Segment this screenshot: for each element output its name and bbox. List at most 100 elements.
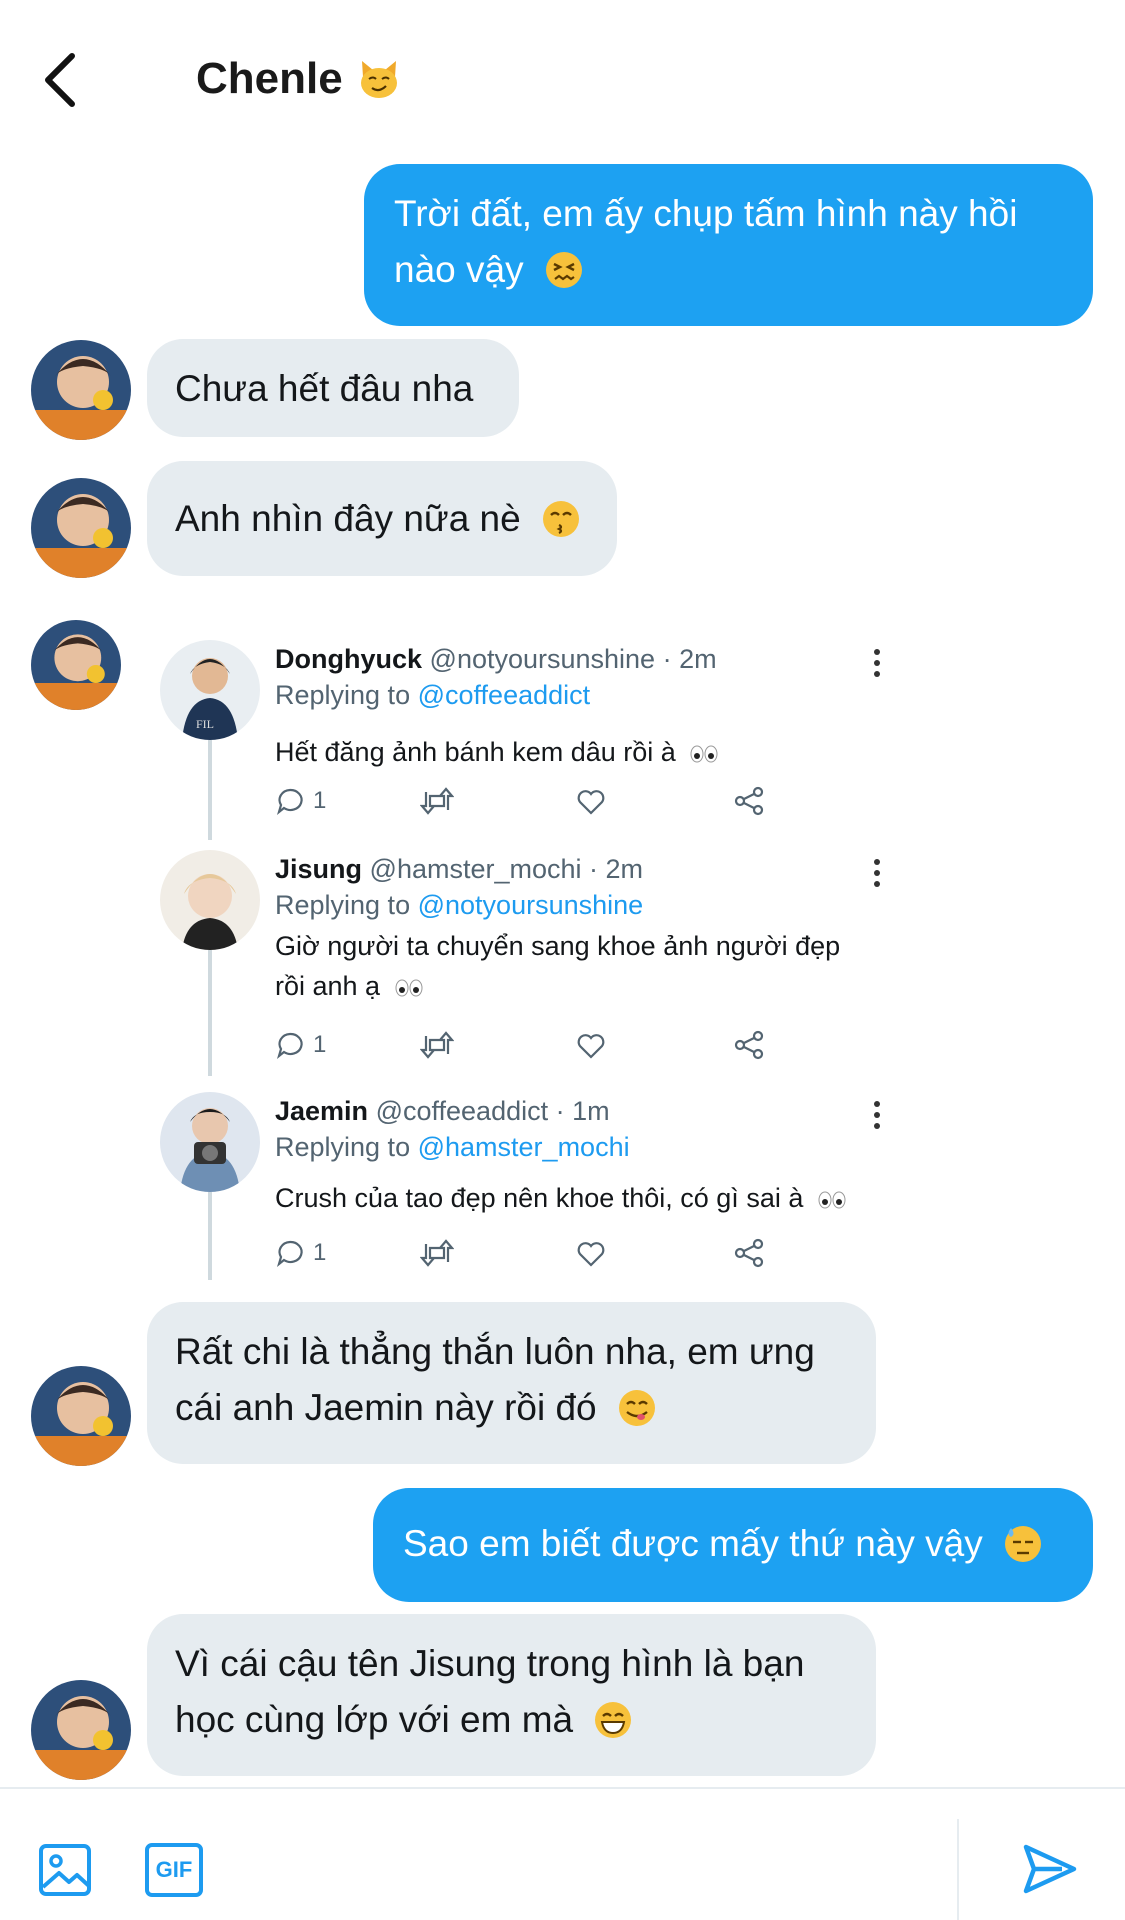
tweet-replying-to: Replying to @coffeeaddict xyxy=(275,680,590,711)
replying-handle[interactable]: @notyoursunshine xyxy=(418,890,644,920)
retweet-icon[interactable] xyxy=(420,1030,454,1060)
tweet-header: Donghyuck @notyoursunshine · 2m xyxy=(275,644,717,675)
message-text: Anh nhìn đây nữa nè xyxy=(175,498,521,539)
message-bubble-incoming[interactable]: Vì cái cậu tên Jisung trong hình là bạn … xyxy=(147,1614,876,1776)
tweet-text: Giờ người ta chuyển sang khoe ảnh người … xyxy=(275,926,855,1006)
reply-count: 1 xyxy=(313,787,327,814)
avatar-image xyxy=(31,620,121,710)
message-text: Chưa hết đâu nha xyxy=(175,368,474,409)
like-icon[interactable] xyxy=(575,1238,607,1268)
tweet[interactable]: Jaemin @coffeeaddict · 1m Replying to @h… xyxy=(160,1092,1060,1282)
svg-text:FIL: FIL xyxy=(196,717,214,731)
tweet-text: Crush của tao đẹp nên khoe thôi, có gì s… xyxy=(275,1178,895,1218)
replying-label: Replying to xyxy=(275,890,411,920)
replying-handle[interactable]: @hamster_mochi xyxy=(418,1132,630,1162)
tweet-actions: 1 xyxy=(275,1030,795,1066)
sweat-face-emoji-icon xyxy=(1005,1526,1041,1562)
share-icon[interactable] xyxy=(733,1238,765,1268)
tweet-text-content: Crush của tao đẹp nên khoe thôi, có gì s… xyxy=(275,1183,804,1213)
confounded-face-emoji-icon xyxy=(545,252,582,288)
grin-face-emoji-icon xyxy=(595,1702,632,1738)
eyes-emoji-icon xyxy=(690,745,718,763)
message-bubble-incoming[interactable]: Chưa hết đâu nha xyxy=(147,339,519,437)
replying-label: Replying to xyxy=(275,1132,411,1162)
tweet-time: · 2m xyxy=(662,644,717,674)
tweet-time: · 2m xyxy=(589,854,644,884)
reply-action[interactable]: 1 xyxy=(275,786,326,816)
gif-button[interactable]: GIF xyxy=(145,1843,203,1897)
avatar-chenle[interactable] xyxy=(31,620,121,710)
avatar-image xyxy=(31,478,131,578)
tweet-text: Hết đăng ảnh bánh kem dâu rồi à xyxy=(275,732,875,772)
avatar-chenle[interactable] xyxy=(31,340,131,440)
conversation-title[interactable]: Chenle xyxy=(196,54,401,104)
like-icon[interactable] xyxy=(575,786,607,816)
more-options-icon[interactable] xyxy=(872,648,882,678)
avatar-jaemin[interactable] xyxy=(160,1092,260,1192)
message-text: Trời đất, em ấy chụp tấm hình này hồi nà… xyxy=(394,193,1018,290)
avatar-image xyxy=(160,850,260,950)
tweet-header: Jisung @hamster_mochi · 2m xyxy=(275,854,643,885)
yum-face-emoji-icon xyxy=(618,1390,655,1426)
retweet-icon[interactable] xyxy=(420,786,454,816)
avatar-image xyxy=(31,340,131,440)
avatar-image xyxy=(160,1092,260,1192)
more-options-icon[interactable] xyxy=(872,1100,882,1130)
reply-count: 1 xyxy=(313,1031,327,1058)
composer-divider xyxy=(957,1819,959,1920)
chevron-left-icon[interactable] xyxy=(38,48,84,112)
tweet-author-name[interactable]: Donghyuck xyxy=(275,644,422,674)
tweet-text-content: Hết đăng ảnh bánh kem dâu rồi à xyxy=(275,737,676,767)
message-text: Sao em biết được mấy thứ này vậy xyxy=(403,1523,983,1564)
conversation-header: Chenle xyxy=(0,0,1125,160)
reply-action[interactable]: 1 xyxy=(275,1030,326,1060)
avatar-jisung[interactable] xyxy=(160,850,260,950)
share-icon[interactable] xyxy=(733,786,765,816)
share-icon[interactable] xyxy=(733,1030,765,1060)
tweet-author-handle[interactable]: @coffeeaddict xyxy=(376,1096,549,1126)
kissing-face-emoji-icon xyxy=(542,501,579,537)
send-icon[interactable] xyxy=(1022,1841,1078,1897)
reply-icon xyxy=(276,1240,303,1268)
tweet-author-name[interactable]: Jaemin xyxy=(275,1096,368,1126)
tweet-author-name[interactable]: Jisung xyxy=(275,854,362,884)
eyes-emoji-icon xyxy=(395,979,423,997)
avatar-image xyxy=(31,1366,131,1466)
reply-count: 1 xyxy=(313,1239,327,1266)
reply-icon xyxy=(276,1032,303,1060)
replying-label: Replying to xyxy=(275,680,411,710)
message-bubble-outgoing[interactable]: Trời đất, em ấy chụp tấm hình này hồi nà… xyxy=(364,164,1093,326)
tweet-replying-to: Replying to @hamster_mochi xyxy=(275,1132,630,1163)
tweet[interactable]: FIL Donghyuck @notyoursunshine · 2m Repl… xyxy=(160,640,1060,840)
retweet-icon[interactable] xyxy=(420,1238,454,1268)
more-options-icon[interactable] xyxy=(872,858,882,888)
avatar-chenle[interactable] xyxy=(31,1366,131,1466)
eyes-emoji-icon xyxy=(818,1191,846,1209)
shared-tweet-thread[interactable]: FIL Donghyuck @notyoursunshine · 2m Repl… xyxy=(160,630,1060,1280)
tweet[interactable]: Jisung @hamster_mochi · 2m Replying to @… xyxy=(160,850,1060,1086)
avatar-chenle[interactable] xyxy=(31,478,131,578)
avatar-donghyuck[interactable]: FIL xyxy=(160,640,260,740)
tweet-author-handle[interactable]: @hamster_mochi xyxy=(370,854,582,884)
message-bubble-incoming[interactable]: Anh nhìn đây nữa nè xyxy=(147,461,617,576)
message-text: Rất chi là thẳng thắn luôn nha, em ưng c… xyxy=(175,1331,815,1428)
replying-handle[interactable]: @coffeeaddict xyxy=(418,680,591,710)
avatar-image xyxy=(31,1680,131,1780)
avatar-image: FIL xyxy=(160,640,260,740)
message-bubble-outgoing[interactable]: Sao em biết được mấy thứ này vậy xyxy=(373,1488,1093,1602)
tweet-replying-to: Replying to @notyoursunshine xyxy=(275,890,643,921)
tweet-author-handle[interactable]: @notyoursunshine xyxy=(430,644,656,674)
reply-action[interactable]: 1 xyxy=(275,1238,326,1268)
message-composer: GIF xyxy=(0,1787,1125,1920)
image-icon[interactable] xyxy=(38,1843,92,1897)
contact-name: Chenle xyxy=(196,54,343,103)
avatar-chenle[interactable] xyxy=(31,1680,131,1780)
message-text: Vì cái cậu tên Jisung trong hình là bạn … xyxy=(175,1643,805,1740)
tweet-text-content: Giờ người ta chuyển sang khoe ảnh người … xyxy=(275,931,841,1001)
gif-label: GIF xyxy=(155,1857,193,1882)
reply-icon xyxy=(276,788,303,816)
message-bubble-incoming[interactable]: Rất chi là thẳng thắn luôn nha, em ưng c… xyxy=(147,1302,876,1464)
cat-smirk-emoji-icon xyxy=(360,61,397,98)
tweet-time: · 1m xyxy=(555,1096,610,1126)
like-icon[interactable] xyxy=(575,1030,607,1060)
